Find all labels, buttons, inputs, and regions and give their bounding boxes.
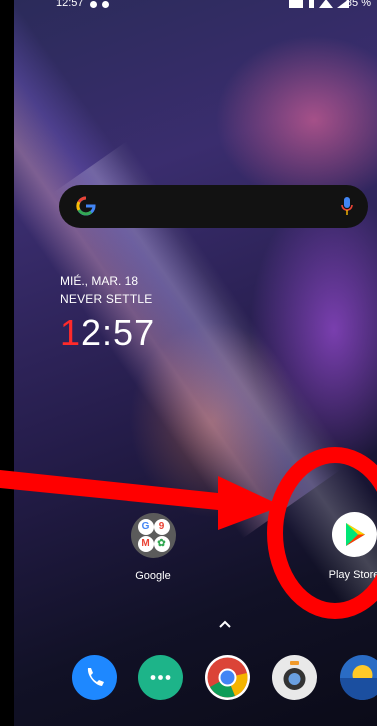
gmail-mini-icon: 9 [153,519,170,535]
play-store-app[interactable]: Play Store [318,512,377,581]
vibrate-icon [309,0,314,8]
photos-mini-icon: ✿ [153,536,170,552]
wifi-icon [319,0,333,8]
google-folder-label: Google [135,570,171,582]
chrome-icon[interactable] [205,655,250,700]
battery-level: 85 % [345,0,371,9]
google-mini-icon: G [137,519,154,535]
tagline: NEVER SETTLE [60,292,153,306]
microphone-icon[interactable] [340,195,354,217]
wallpaper-streak [14,0,341,539]
google-g-icon [76,196,96,216]
weather-icon[interactable] [340,655,377,700]
clock[interactable]: 12:57 [60,312,155,354]
messages-icon[interactable] [138,655,183,700]
notification-dot-icon [90,1,97,8]
clock-first-digit: 1 [60,312,82,353]
maps-mini-icon: M [137,536,154,552]
status-time: 12:57 [56,0,84,9]
notification-dot-icon [102,1,109,8]
home-screen: 12:57 85 % MIÉ., MAR. 18 NEVER SETTLE 12… [14,0,377,726]
google-search-bar[interactable] [59,185,368,228]
clock-rest: 2:57 [81,312,156,353]
phone-icon[interactable] [72,655,117,700]
device-frame-left [0,0,14,726]
date-label: MIÉ., MAR. 18 [60,274,139,288]
cast-icon [289,0,303,8]
google-folder[interactable]: G 9 M ✿ Google [121,513,185,582]
play-store-icon [331,512,377,557]
camera-icon[interactable] [272,655,317,700]
play-store-label: Play Store [328,569,377,581]
status-bar: 12:57 85 % [14,0,377,16]
google-folder-icon: G 9 M ✿ [130,513,176,558]
chevron-up-icon[interactable] [219,620,231,628]
status-icons [289,0,349,8]
